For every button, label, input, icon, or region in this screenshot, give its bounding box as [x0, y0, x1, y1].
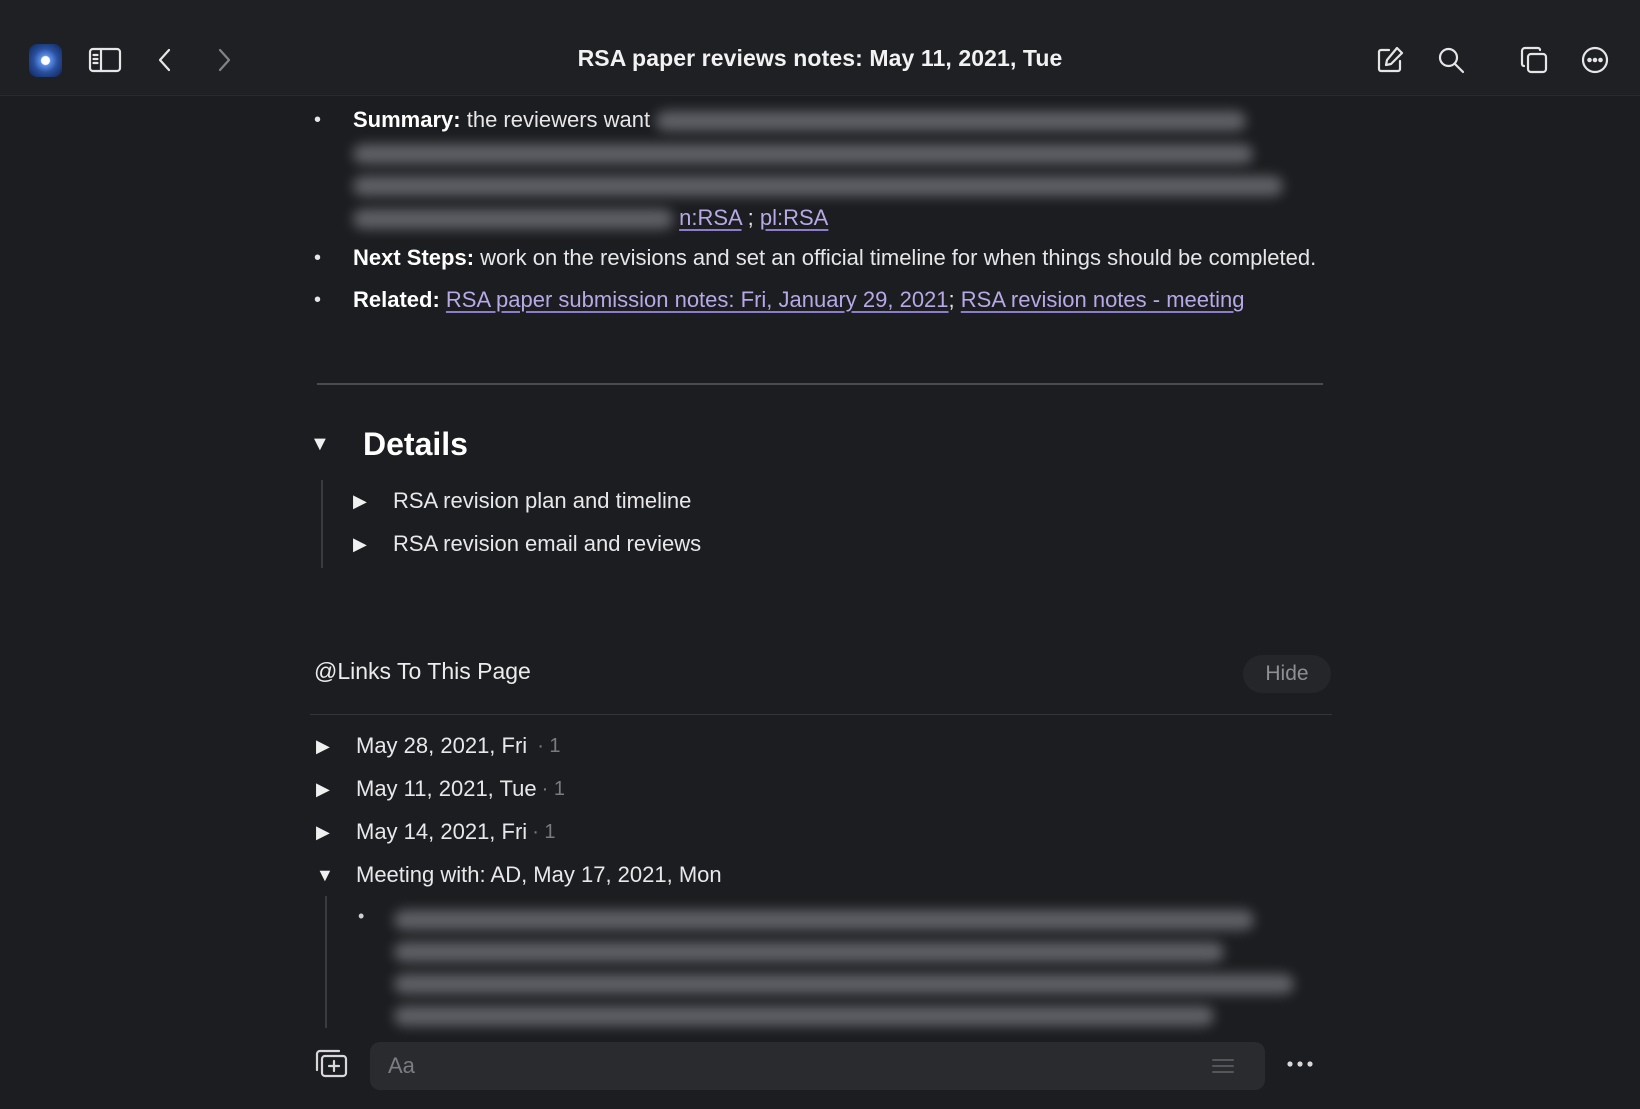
summary-label: Summary: [353, 107, 461, 132]
backlink-label: May 28, 2021, Fri [356, 733, 528, 758]
ellipsis-icon [1287, 1061, 1313, 1067]
top-bar: RSA paper reviews notes: May 11, 2021, T… [0, 0, 1640, 96]
backlink-item[interactable]: ▶ May 11, 2021, Tue · 1 [316, 776, 565, 802]
backlink-item[interactable]: ▶ May 14, 2021, Fri · 1 [316, 819, 556, 845]
related-label: Related: [353, 286, 440, 312]
redacted-text [394, 974, 1294, 994]
redacted-text [394, 942, 1224, 962]
summary-text: the reviewers want [466, 107, 651, 132]
related-link-revision-meeting[interactable]: RSA revision notes - meeting [961, 287, 1245, 312]
more-icon [1581, 46, 1609, 74]
triangle-down-icon: ▼ [310, 433, 330, 455]
compose-icon [1377, 46, 1404, 73]
text-lines-icon [1212, 1059, 1234, 1073]
add-block-icon [315, 1049, 348, 1078]
triangle-right-icon: ▶ [316, 735, 330, 756]
triangle-down-icon: ▼ [316, 864, 334, 885]
indent-guide [321, 480, 323, 568]
backlink-count: · 1 [537, 734, 561, 757]
composer-placeholder: Aa [388, 1053, 415, 1078]
note-content: • Summary: the reviewers want n:RSA ; pl… [300, 96, 1330, 316]
details-item-label: RSA revision email and reviews [393, 531, 702, 556]
backlink-item-expanded[interactable]: ▼ Meeting with: AD, May 17, 2021, Mon [316, 862, 722, 888]
triangle-right-icon: ▶ [353, 490, 367, 511]
related-bullet[interactable]: • Related: RSA paper submission notes: F… [300, 284, 1330, 317]
redacted-text [656, 111, 1247, 132]
links-to-page-heading: @Links To This Page [314, 658, 531, 684]
windows-icon [1520, 46, 1548, 74]
details-item-label: RSA revision plan and timeline [393, 488, 692, 513]
composer-more-button[interactable] [1285, 1052, 1315, 1081]
next-steps-text: work on the revisions and set an officia… [480, 245, 1317, 270]
bullet-dot: • [314, 109, 322, 131]
redacted-text [394, 910, 1254, 930]
details-item-plan-timeline[interactable]: ▶ RSA revision plan and timeline [353, 488, 691, 514]
indent-guide [325, 896, 327, 1028]
next-steps-label: Next Steps: [353, 245, 475, 270]
backlink-label: May 14, 2021, Fri [356, 819, 528, 844]
bullet-dot: • [358, 906, 365, 926]
details-item-email-reviews[interactable]: ▶ RSA revision email and reviews [353, 531, 701, 557]
triangle-right-icon: ▶ [316, 821, 330, 842]
related-link-submission[interactable]: RSA paper submission notes: Fri, January… [446, 287, 949, 312]
details-toggle[interactable]: ▼ Details [310, 426, 468, 463]
backlink-label: May 11, 2021, Tue [356, 776, 537, 801]
summary-bullet[interactable]: • Summary: the reviewers want n:RSA ; pl… [300, 104, 1330, 234]
backlink-item[interactable]: ▶ May 28, 2021, Fri · 1 [316, 733, 561, 759]
redacted-text [394, 1006, 1214, 1026]
summary-link-n-rsa[interactable]: n:RSA [679, 205, 741, 230]
bullet-dot: • [314, 247, 322, 269]
divider [310, 714, 1332, 715]
composer-input[interactable]: Aa [370, 1042, 1265, 1090]
windows-button[interactable] [1514, 40, 1554, 80]
triangle-right-icon: ▶ [353, 533, 367, 554]
details-heading: Details [363, 426, 468, 462]
redacted-text [353, 176, 1283, 197]
more-button[interactable] [1575, 40, 1615, 80]
separator: ; [747, 204, 754, 230]
divider [317, 383, 1323, 385]
compose-button[interactable] [1370, 40, 1410, 80]
bullet-dot: • [314, 288, 322, 311]
search-button[interactable] [1431, 40, 1471, 80]
triangle-right-icon: ▶ [316, 778, 330, 799]
summary-link-pl-rsa[interactable]: pl:RSA [760, 205, 828, 230]
search-icon [1438, 47, 1465, 74]
backlink-count: · 1 [532, 820, 556, 843]
hide-links-button[interactable]: Hide [1243, 655, 1331, 693]
add-block-button[interactable] [313, 1048, 349, 1085]
separator: ; [948, 286, 955, 312]
backlink-count: · 1 [541, 777, 565, 800]
redacted-text [353, 143, 1253, 164]
redacted-text [353, 208, 673, 229]
next-steps-bullet[interactable]: • Next Steps: work on the revisions and … [300, 242, 1330, 275]
backlink-label: Meeting with: AD, May 17, 2021, Mon [356, 862, 722, 887]
